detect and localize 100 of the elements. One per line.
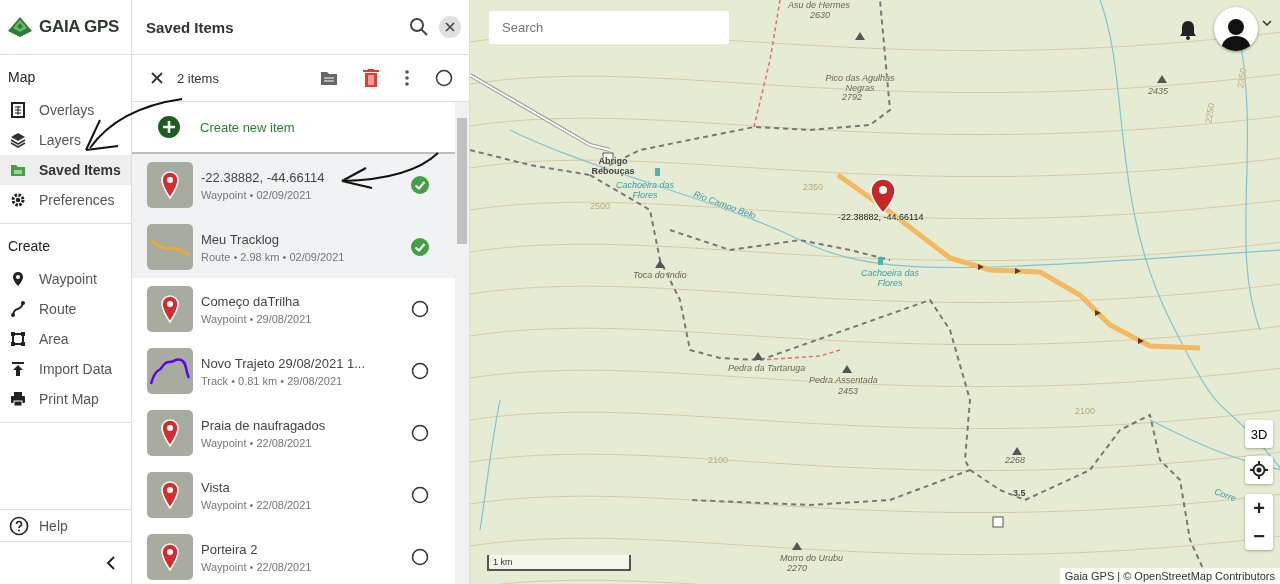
help-link[interactable]: Help — [0, 509, 131, 542]
map-label: 2268 — [1005, 455, 1026, 465]
route-icon — [10, 301, 26, 317]
nav-item[interactable]: Route — [0, 294, 131, 324]
close-button[interactable] — [439, 16, 461, 38]
map-label: Morro do Urubu — [780, 553, 844, 563]
nav-item[interactable]: Overlays — [0, 95, 131, 125]
settings-icon — [10, 192, 26, 208]
plus-circle-icon — [158, 116, 180, 138]
map-label: Pico das Agulhas Negras — [824, 73, 896, 93]
item-checkbox[interactable] — [411, 424, 429, 442]
item-checkbox[interactable] — [411, 300, 429, 318]
area-icon — [10, 331, 26, 347]
saved-item-row[interactable]: Começo daTrilha Waypoint • 29/08/2021 — [132, 278, 455, 340]
nav-item[interactable]: Waypoint — [0, 264, 131, 294]
map-label: Pedra Assentada — [809, 375, 878, 385]
caret-icon[interactable] — [1262, 20, 1272, 26]
map-label: Pedra da Tartaruga — [728, 363, 806, 373]
3d-toggle-button[interactable]: 3D — [1245, 420, 1273, 448]
map-label: 2350 — [803, 182, 824, 192]
folder-icon[interactable] — [321, 71, 337, 85]
trash-icon[interactable] — [363, 69, 379, 87]
map-label: Rio Campo Belo — [692, 189, 758, 221]
mountain-logo-icon — [7, 16, 33, 38]
map-pin-icon — [161, 295, 179, 323]
search-icon[interactable] — [409, 17, 429, 37]
saved-item-row[interactable]: Meu Tracklog Route • 2.98 km • 02/09/2021 — [132, 216, 455, 278]
map-attribution: Gaia GPS | © OpenStreetMap Contributors — [1059, 568, 1280, 584]
map-label: Corre — [1212, 486, 1238, 504]
scrollbar[interactable] — [455, 102, 469, 584]
nav-item[interactable]: Saved Items — [0, 155, 131, 185]
map-label: Cachoeira das Flores — [859, 268, 920, 288]
more-options-icon[interactable] — [405, 70, 409, 86]
item-details: Waypoint • 22/08/2021 — [201, 498, 313, 511]
item-title: Meu Tracklog — [201, 231, 281, 247]
item-details: Waypoint • 22/08/2021 — [201, 436, 313, 449]
close-icon — [445, 22, 455, 32]
item-checkbox[interactable] — [411, 486, 429, 504]
nav-item[interactable]: Layers — [0, 125, 131, 155]
item-checkbox[interactable] — [411, 176, 429, 194]
map-label: 2453 — [838, 386, 859, 396]
map-label: -22.38882, -44.66114 — [838, 212, 924, 222]
map-label: 2630 — [810, 10, 831, 20]
zoom-out-button[interactable]: − — [1245, 522, 1273, 550]
item-title: Praia de naufragados — [201, 417, 327, 433]
item-title: Começo daTrilha — [201, 293, 301, 309]
saved-item-row[interactable]: Vista Waypoint • 22/08/2021 — [132, 464, 455, 526]
nav-item[interactable]: Print Map — [0, 384, 131, 414]
map-pin-icon — [161, 481, 179, 509]
nav-item[interactable]: Import Data — [0, 354, 131, 384]
help-icon — [9, 515, 29, 536]
nav-item[interactable]: Preferences — [0, 185, 131, 215]
item-details: Waypoint • 02/09/2021 — [201, 188, 313, 201]
map-label: Asu de Hermes — [788, 0, 851, 10]
saved-item-row[interactable]: Praia de naufragados Waypoint • 22/08/2021 — [132, 402, 455, 464]
item-title: Novo Trajeto 29/08/2021 1... — [201, 355, 367, 371]
nav-item[interactable]: Area — [0, 324, 131, 354]
saved-item-row[interactable]: -22.38882, -44.66114 Waypoint • 02/09/2021 — [132, 154, 455, 216]
folder-icon — [10, 162, 26, 178]
map-label: 2500 — [590, 201, 611, 211]
locate-button[interactable] — [1245, 456, 1273, 484]
item-checkbox[interactable] — [411, 362, 429, 380]
collapse-chevron-icon[interactable] — [106, 555, 116, 571]
panel-title: Saved Items — [146, 18, 235, 36]
map-label: 2270 — [787, 563, 808, 573]
map-label: 2792 — [842, 92, 863, 102]
overlays-grid-icon — [10, 102, 26, 118]
item-details: Route • 2.98 km • 02/09/2021 — [201, 250, 346, 263]
layers-icon — [10, 132, 26, 148]
map-label: 2350 — [1235, 67, 1249, 89]
saved-item-row[interactable]: Novo Trajeto 29/08/2021 1... Track • 0.81 km • 29/08/2021 — [132, 340, 455, 402]
bell-icon[interactable] — [1179, 20, 1197, 40]
saved-item-row[interactable]: Porteira 2 Waypoint • 22/08/2021 — [132, 526, 455, 584]
map-label: 2250 — [1203, 102, 1217, 124]
track-line-icon — [149, 356, 191, 386]
map-label: 3.5 — [1013, 488, 1026, 498]
section-heading: Map — [7, 68, 37, 87]
map-label: Toca do Indio — [633, 270, 687, 280]
map-pin-icon — [161, 543, 179, 571]
map-label: 2100 — [1075, 406, 1096, 416]
item-details: Track • 0.81 km • 29/08/2021 — [201, 374, 344, 387]
item-checkbox[interactable] — [411, 238, 429, 256]
import-icon — [10, 361, 26, 377]
map-label: Cachoeira das Flores — [614, 180, 675, 200]
map-pin-icon — [161, 171, 179, 199]
map-pin-icon — [161, 419, 179, 447]
zoom-in-button[interactable]: + — [1245, 494, 1273, 522]
search-field[interactable]: Search — [489, 11, 729, 44]
item-title: Vista — [201, 479, 231, 495]
map-label: 2435 — [1148, 86, 1169, 96]
section-heading: Create — [7, 237, 52, 256]
map-pin-icon[interactable] — [870, 178, 896, 214]
map-label: 2100 — [708, 455, 729, 465]
item-title: Porteira 2 — [201, 541, 259, 557]
item-details: Waypoint • 29/08/2021 — [201, 312, 313, 325]
printer-icon — [10, 391, 26, 407]
close-icon[interactable] — [151, 72, 163, 84]
select-all-checkbox[interactable] — [435, 69, 453, 87]
item-checkbox[interactable] — [411, 548, 429, 566]
route-line-icon — [150, 237, 190, 257]
